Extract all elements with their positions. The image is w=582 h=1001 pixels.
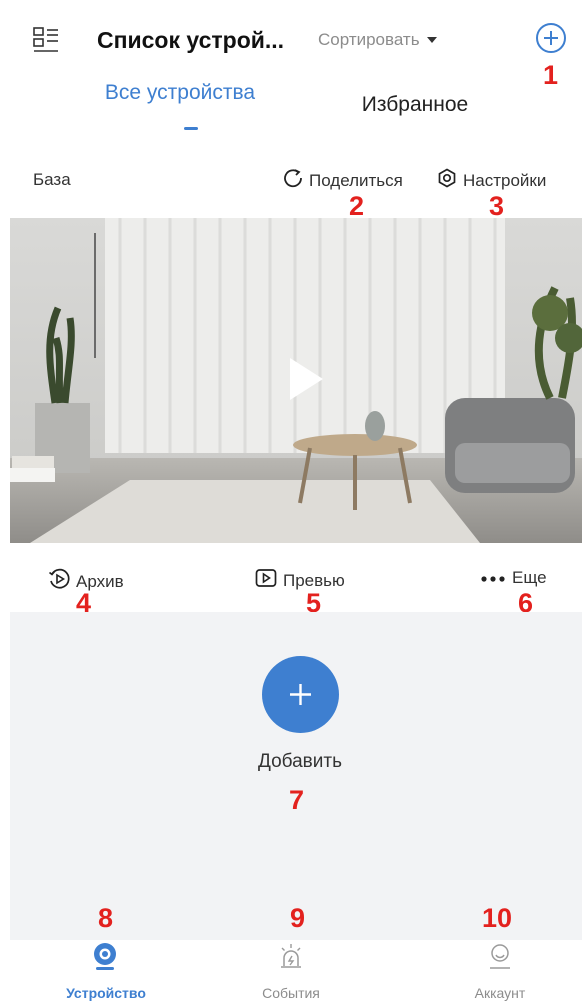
nav-label-devices: Устройство	[66, 985, 146, 1001]
marker-10: 10	[482, 903, 513, 933]
tab-all-devices-label: Все устройства	[104, 81, 256, 104]
archive-play-icon	[48, 568, 70, 595]
top-bar: Список устрой... Сортировать 1	[0, 0, 582, 89]
bottom-nav: Устройство События Аккаунт	[0, 940, 582, 1001]
nav-item-account[interactable]: Аккаунт	[430, 940, 570, 1001]
tab-all-devices[interactable]: Все устройства	[95, 80, 265, 106]
nav-label-events: События	[262, 985, 320, 1001]
nav-item-devices[interactable]: Устройство	[36, 940, 176, 1001]
tab-favorites-label: Избранное	[361, 93, 469, 116]
active-tab-indicator	[184, 127, 198, 130]
add-device-label: Добавить	[258, 751, 342, 772]
marker-7: 7	[289, 785, 305, 815]
sort-dropdown[interactable]: Сортировать	[318, 30, 438, 50]
device-name: База	[33, 170, 71, 189]
user-icon	[487, 942, 513, 977]
marker-3: 3	[489, 191, 505, 221]
room-preview-image	[10, 218, 582, 543]
nav-item-events[interactable]: События	[221, 940, 361, 1001]
alarm-icon	[278, 942, 304, 977]
more-button[interactable]: Еще	[480, 568, 547, 588]
tab-favorites[interactable]: Избранное	[330, 92, 500, 118]
share-icon	[283, 168, 303, 193]
list-layout-icon[interactable]	[32, 26, 60, 54]
camera-icon	[92, 942, 118, 977]
marker-8: 8	[98, 903, 114, 933]
share-button[interactable]: Поделиться	[283, 168, 403, 193]
nav-label-account: Аккаунт	[474, 985, 526, 1001]
add-device-fab[interactable]	[262, 656, 339, 733]
marker-2: 2	[349, 191, 365, 221]
page-title: Список устрой...	[97, 27, 285, 53]
preview-button[interactable]: Превью	[255, 568, 345, 593]
sort-label: Сортировать	[318, 30, 420, 49]
share-label: Поделиться	[309, 170, 403, 190]
plus-icon	[290, 684, 311, 705]
settings-button[interactable]: Настройки	[437, 168, 546, 193]
camera-preview[interactable]	[10, 218, 582, 543]
more-dots-icon	[480, 568, 506, 588]
caret-down-icon	[426, 31, 438, 49]
add-device-button[interactable]	[535, 22, 567, 54]
settings-icon	[437, 168, 457, 193]
marker-9: 9	[290, 903, 306, 933]
more-label: Еще	[512, 568, 547, 587]
settings-label: Настройки	[463, 170, 547, 190]
preview-play-icon	[255, 568, 277, 593]
marker-1: 1	[543, 60, 559, 90]
